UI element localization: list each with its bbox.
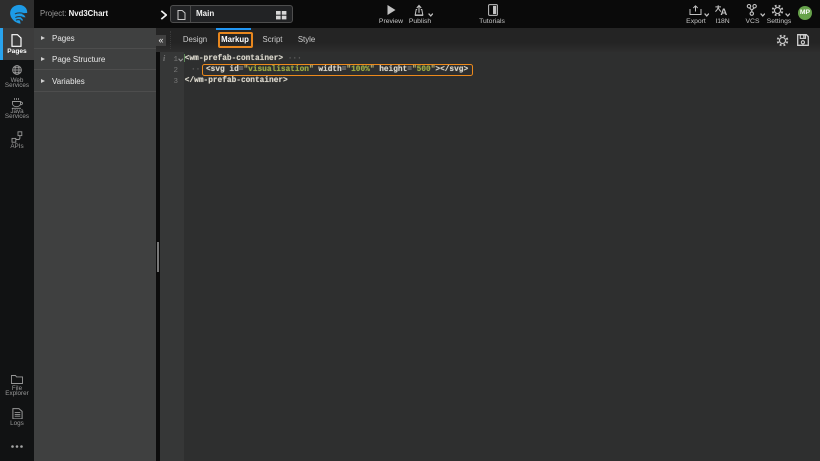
svg-text:A: A [720,6,727,14]
